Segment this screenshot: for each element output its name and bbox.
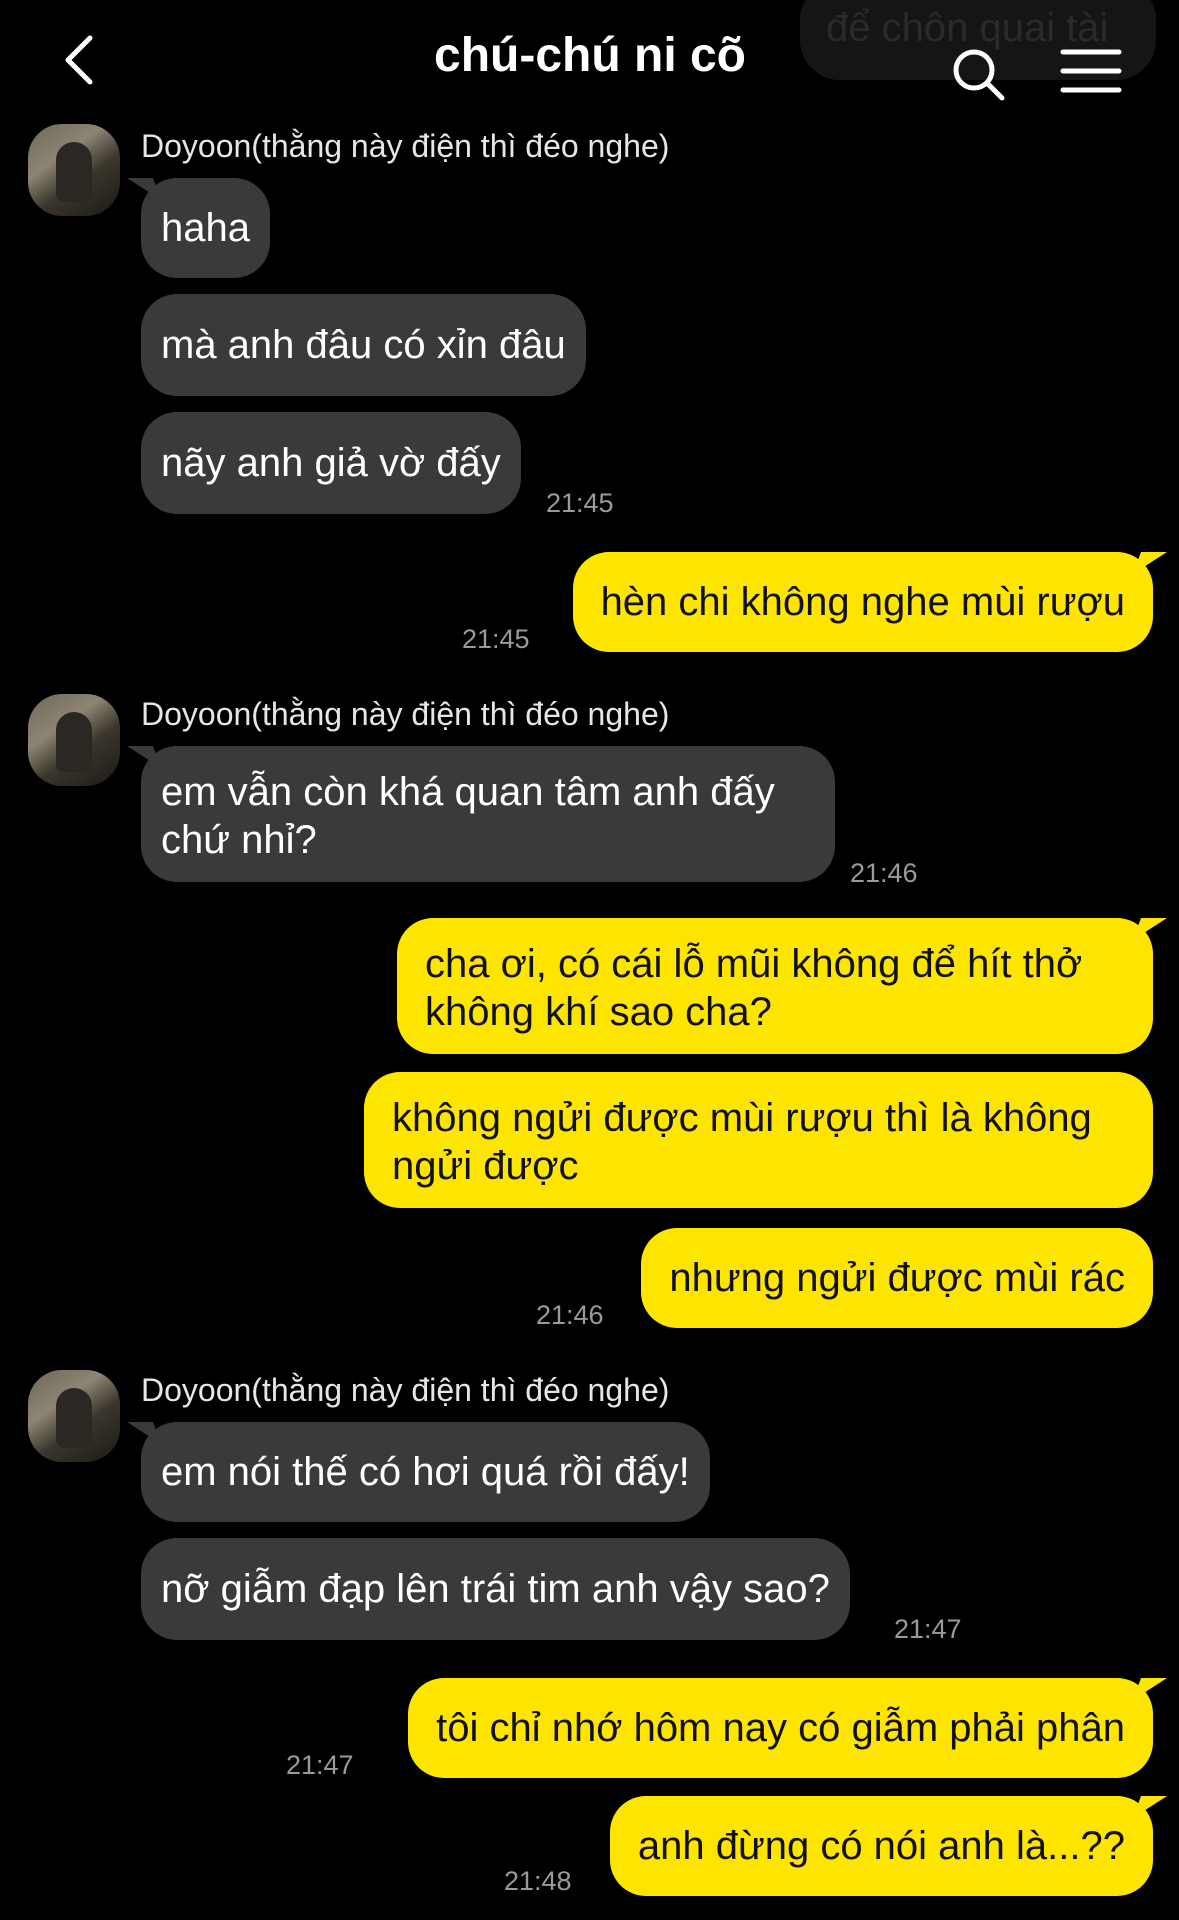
message-line: không khí sao cha? bbox=[425, 990, 772, 1034]
chat-title: chú-chú ni cõ bbox=[434, 29, 746, 82]
message-line: chứ nhỉ? bbox=[161, 818, 317, 862]
incoming-message[interactable]: nỡ giẫm đạp lên trái tim anh vậy sao? bbox=[141, 1538, 850, 1640]
message-timestamp: 21:47 bbox=[894, 1614, 962, 1644]
outgoing-message[interactable]: hèn chi không nghe mùi rượu bbox=[572, 552, 1153, 652]
message-timestamp: 21:48 bbox=[504, 1866, 572, 1896]
message-timestamp: 21:46 bbox=[536, 1300, 604, 1330]
outgoing-message[interactable]: anh đừng có nói anh là...?? bbox=[609, 1796, 1153, 1896]
back-button[interactable] bbox=[52, 30, 112, 90]
hamburger-menu-icon bbox=[1060, 49, 1122, 93]
avatar[interactable] bbox=[28, 694, 120, 786]
search-button[interactable] bbox=[948, 44, 1010, 106]
sender-name: Doyoon(thằng này điện thì đéo nghe) bbox=[141, 1372, 670, 1408]
outgoing-message[interactable]: cha ơi, có cái lỗ mũi không để hít thở k… bbox=[397, 918, 1153, 1054]
search-icon bbox=[953, 49, 1005, 101]
avatar[interactable] bbox=[28, 124, 120, 216]
outgoing-message[interactable]: không ngửi được mùi rượu thì là không ng… bbox=[364, 1072, 1153, 1208]
chat-header: để chôn quai tài chú-chú ni cõ bbox=[0, 0, 1179, 120]
outgoing-message[interactable]: nhưng ngửi được mùi rác bbox=[641, 1228, 1153, 1328]
incoming-message[interactable]: haha bbox=[141, 178, 270, 278]
message-line: cha ơi, có cái lỗ mũi không để hít thở bbox=[425, 942, 1083, 986]
sender-name: Doyoon(thằng này điện thì đéo nghe) bbox=[141, 128, 670, 164]
menu-button[interactable] bbox=[1060, 46, 1122, 96]
outgoing-message[interactable]: tôi chỉ nhớ hôm nay có giẫm phải phân bbox=[408, 1678, 1153, 1778]
sender-name: Doyoon(thằng này điện thì đéo nghe) bbox=[141, 696, 670, 732]
incoming-message[interactable]: mà anh đâu có xỉn đâu bbox=[141, 294, 586, 396]
message-line: em vẫn còn khá quan tâm anh đấy bbox=[161, 770, 775, 814]
incoming-message[interactable]: em nói thế có hơi quá rồi đấy! bbox=[141, 1422, 710, 1522]
message-timestamp: 21:45 bbox=[462, 624, 530, 654]
message-line: không ngửi được mùi rượu thì là không bbox=[392, 1096, 1092, 1140]
chevron-left-icon bbox=[65, 35, 93, 85]
incoming-message[interactable]: em vẫn còn khá quan tâm anh đấy chứ nhỉ? bbox=[141, 746, 835, 882]
avatar[interactable] bbox=[28, 1370, 120, 1462]
message-timestamp: 21:47 bbox=[286, 1750, 354, 1780]
message-timestamp: 21:46 bbox=[850, 858, 918, 888]
incoming-message[interactable]: nãy anh giả vờ đấy bbox=[141, 412, 521, 514]
message-timestamp: 21:45 bbox=[546, 488, 614, 518]
message-line: ngửi được bbox=[392, 1144, 579, 1188]
